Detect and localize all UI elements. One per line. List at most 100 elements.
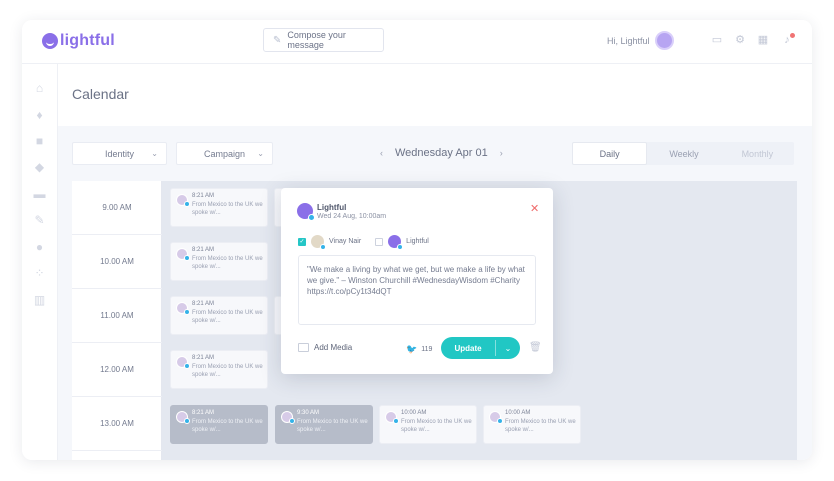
- account-avatar: [388, 235, 404, 250]
- time-slot: 11.00 AM: [72, 289, 162, 343]
- edit-post-popup: Lightful Wed 24 Aug, 10:00am ✕ ✓ Vinay N…: [281, 188, 553, 374]
- sidebar: ⌂ ♦ ■ ◆ ▬ ✎ ● ⁘ ▥: [22, 64, 58, 460]
- home-icon[interactable]: ⌂: [33, 82, 46, 95]
- post-preview: From Mexico to the UK we spoke w/...: [192, 419, 263, 433]
- post-time: 8:21 AM: [192, 355, 215, 361]
- account-name: Lightful: [317, 203, 347, 212]
- post-avatar: [489, 411, 503, 424]
- trash-icon[interactable]: 🗑: [529, 342, 542, 353]
- post-preview: From Mexico to the UK we spoke w/...: [297, 419, 368, 433]
- character-counter: 🐦 119: [406, 344, 432, 355]
- add-media-label: Add Media: [314, 343, 353, 352]
- post-avatar: [176, 411, 190, 424]
- post-card[interactable]: 8:21 AM From Mexico to the UK we spoke w…: [170, 296, 268, 335]
- post-card[interactable]: 8:21 AM From Mexico to the UK we spoke w…: [170, 350, 268, 389]
- twitter-badge-icon: [320, 244, 326, 250]
- post-card[interactable]: 8:21 AM From Mexico to the UK we spoke w…: [170, 188, 268, 227]
- add-media-button[interactable]: Add Media: [298, 343, 352, 352]
- twitter-icon: 🐦: [406, 344, 418, 354]
- logo[interactable]: lightful: [42, 32, 115, 50]
- post-preview: From Mexico to the UK we spoke w/...: [401, 419, 472, 433]
- twitter-badge-icon: [397, 244, 404, 250]
- account-avatar: [311, 235, 326, 250]
- post-avatar: [281, 411, 295, 424]
- inbox-icon[interactable]: ■: [33, 135, 46, 148]
- people-icon[interactable]: ⁘: [33, 267, 46, 280]
- time-slot: 13.00 AM: [72, 397, 162, 451]
- scheduled-date: Wed 24 Aug, 10:00am: [317, 213, 387, 220]
- twitter-badge-icon: [184, 255, 190, 261]
- post-preview: From Mexico to the UK we spoke w/...: [192, 256, 263, 270]
- window-icon[interactable]: ▬: [33, 188, 46, 201]
- post-time: 8:21 AM: [192, 247, 215, 253]
- char-count: 119: [421, 346, 433, 353]
- post-card[interactable]: 8:21 AM From Mexico to the UK we spoke w…: [170, 405, 268, 444]
- twitter-badge-icon: [289, 418, 295, 424]
- post-avatar: [176, 302, 190, 315]
- post-card[interactable]: 9:30 AM From Mexico to the UK we spoke w…: [275, 405, 373, 444]
- post-time: 9:30 AM: [297, 410, 320, 416]
- time-slot: 10.00 AM: [72, 235, 162, 289]
- post-avatar: [385, 411, 399, 424]
- tab-weekly[interactable]: Weekly: [647, 142, 720, 165]
- view-switcher: Daily Weekly Monthly: [572, 142, 794, 165]
- target-icon[interactable]: ●: [33, 241, 46, 254]
- chevron-down-icon: ⌄: [257, 149, 264, 158]
- message-textarea[interactable]: "We make a living by what we get, but we…: [298, 255, 536, 325]
- chevron-down-icon: ⌄: [151, 149, 158, 158]
- twitter-badge-icon: [497, 418, 503, 424]
- twitter-badge-icon: [308, 214, 315, 221]
- thumbs-up-icon[interactable]: ♦: [33, 109, 46, 122]
- post-time: 8:21 AM: [192, 193, 215, 199]
- post-card[interactable]: 10:00 AM From Mexico to the UK we spoke …: [379, 405, 477, 444]
- post-card[interactable]: 8:21 AM From Mexico to the UK we spoke w…: [170, 242, 268, 281]
- post-card[interactable]: 10:00 AM From Mexico to the UK we spoke …: [483, 405, 581, 444]
- date-navigator: ‹ Wednesday Apr 01 ›: [368, 147, 515, 159]
- next-day-button[interactable]: ›: [500, 148, 503, 158]
- post-preview: From Mexico to the UK we spoke w/...: [192, 364, 263, 378]
- chat-icon[interactable]: ▭: [711, 34, 723, 46]
- post-time: 8:21 AM: [192, 410, 215, 416]
- account-avatar: [297, 203, 315, 221]
- twitter-badge-icon: [184, 201, 190, 207]
- compose-label: Compose your message: [287, 30, 346, 50]
- greeting: Hi, Lightful: [607, 36, 650, 46]
- gear-icon[interactable]: ⚙: [734, 34, 746, 46]
- close-icon[interactable]: ✕: [530, 204, 539, 215]
- top-bar: lightful ✎ Compose your message Hi, Ligh…: [22, 20, 812, 64]
- account-label: Lightful: [406, 238, 429, 245]
- update-button[interactable]: Update ⌄: [441, 337, 520, 359]
- time-slot: 9.00 AM: [72, 181, 162, 235]
- chevron-down-icon[interactable]: ⌄: [496, 344, 520, 353]
- time-slot: 12.00 AM: [72, 343, 162, 397]
- identity-label: Identity: [104, 148, 135, 159]
- post-avatar: [176, 194, 190, 207]
- twitter-badge-icon: [393, 418, 399, 424]
- post-avatar: [176, 248, 190, 261]
- notification-dot: [790, 33, 795, 38]
- tab-monthly[interactable]: Monthly: [721, 142, 794, 165]
- user-avatar[interactable]: [655, 31, 674, 50]
- post-preview: From Mexico to the UK we spoke w/...: [192, 202, 263, 216]
- account-selector: ✓ Vinay Nair Lightful: [298, 235, 429, 250]
- account-checkbox-vinay[interactable]: ✓: [298, 237, 306, 246]
- bar-chart-icon[interactable]: ▥: [33, 294, 46, 307]
- twitter-badge-icon: [184, 309, 190, 315]
- pen-icon[interactable]: ✎: [33, 214, 46, 227]
- logo-text: lightful: [60, 32, 115, 49]
- compose-button[interactable]: ✎ Compose your message: [263, 28, 384, 52]
- tab-daily[interactable]: Daily: [572, 142, 648, 165]
- identity-dropdown[interactable]: Identity ⌄: [72, 142, 167, 165]
- campaign-dropdown[interactable]: Campaign ⌄: [176, 142, 273, 165]
- twitter-badge-icon: [184, 363, 190, 369]
- account-checkbox-lightful[interactable]: [375, 237, 384, 246]
- prev-day-button[interactable]: ‹: [380, 148, 383, 158]
- post-preview: From Mexico to the UK we spoke w/...: [505, 419, 576, 433]
- post-time: 8:21 AM: [192, 301, 215, 307]
- account-label: Vinay Nair: [329, 238, 362, 245]
- feather-icon: ✎: [273, 34, 282, 46]
- twitter-badge-icon: [184, 418, 190, 424]
- layers-icon[interactable]: ◆: [33, 161, 46, 174]
- calendar-icon[interactable]: ▦: [757, 34, 769, 46]
- image-icon: [298, 343, 309, 352]
